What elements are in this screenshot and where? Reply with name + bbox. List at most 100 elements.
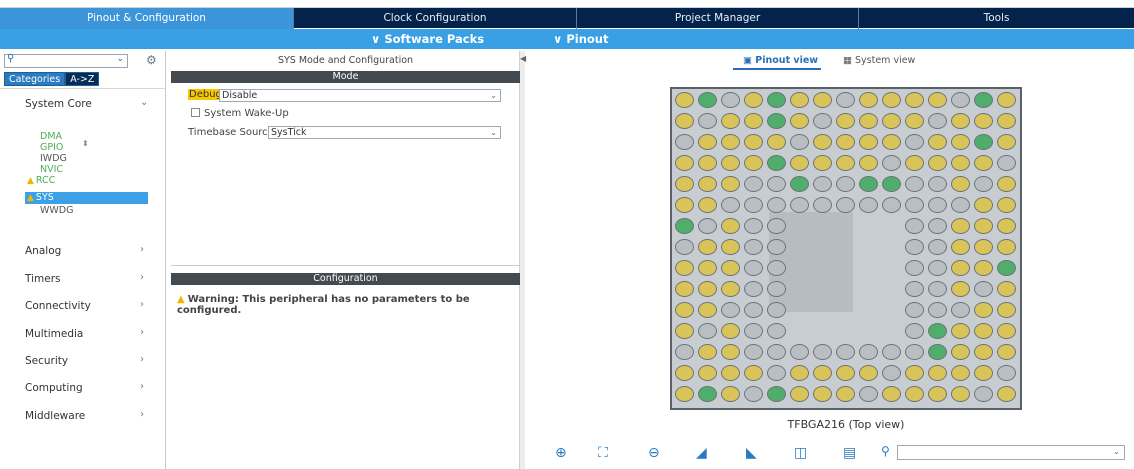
chip-pin[interactable] [698, 302, 717, 318]
chevron-right-icon[interactable]: › [140, 272, 144, 283]
chip-pin[interactable] [928, 344, 947, 360]
category-computing[interactable]: Computing [25, 382, 83, 394]
chip-pin[interactable] [859, 92, 878, 108]
chip-pin[interactable] [974, 134, 993, 150]
chip-pin[interactable] [836, 134, 855, 150]
chip-pin[interactable] [974, 113, 993, 129]
chip-pin[interactable] [744, 176, 763, 192]
chip-pin[interactable] [675, 323, 694, 339]
chip-pin[interactable] [698, 260, 717, 276]
chip-pin[interactable] [905, 260, 924, 276]
chip-pin[interactable] [813, 176, 832, 192]
chip-pin[interactable] [721, 302, 740, 318]
chip-pin[interactable] [767, 281, 786, 297]
chevron-down-icon[interactable]: ⌄ [140, 97, 148, 108]
chip-pin[interactable] [951, 113, 970, 129]
chip-pin[interactable] [675, 134, 694, 150]
chip-pin[interactable] [928, 323, 947, 339]
chip-pin[interactable] [882, 155, 901, 171]
chip-pin[interactable] [790, 386, 809, 402]
chip-pin[interactable] [744, 260, 763, 276]
chip-pin[interactable] [997, 323, 1016, 339]
chip-pin[interactable] [767, 197, 786, 213]
chip-pin[interactable] [790, 113, 809, 129]
chip-pin[interactable] [675, 281, 694, 297]
chip-pin[interactable] [974, 260, 993, 276]
chip-pin[interactable] [905, 239, 924, 255]
chip-pin[interactable] [721, 218, 740, 234]
chip-pin[interactable] [997, 92, 1016, 108]
pin-search-input[interactable]: ⌄ [897, 445, 1125, 460]
chip-pin[interactable] [997, 197, 1016, 213]
system-wakeup-row[interactable]: System Wake-Up [191, 108, 289, 119]
chip-pin[interactable] [836, 113, 855, 129]
chip-pin[interactable] [721, 92, 740, 108]
split-view-icon[interactable]: ◫ [794, 445, 807, 461]
chip-pin[interactable] [698, 365, 717, 381]
tab-categories[interactable]: Categories [4, 72, 66, 86]
chip-pin[interactable] [974, 386, 993, 402]
chip-pin[interactable] [767, 302, 786, 318]
chip-pin[interactable] [859, 113, 878, 129]
tab-a-z[interactable]: A->Z [65, 72, 100, 86]
chip-pin[interactable] [698, 344, 717, 360]
chip-pin[interactable] [974, 239, 993, 255]
chip-pin[interactable] [721, 323, 740, 339]
chip-pin[interactable] [767, 155, 786, 171]
chip-pin[interactable] [721, 113, 740, 129]
chip-pin[interactable] [836, 344, 855, 360]
chip-pin[interactable] [675, 92, 694, 108]
chip-pin[interactable] [675, 113, 694, 129]
chip-pin[interactable] [997, 281, 1016, 297]
category-connectivity[interactable]: Connectivity [25, 300, 91, 312]
chip-pin[interactable] [997, 386, 1016, 402]
chip-pin[interactable] [790, 365, 809, 381]
layout-icon[interactable]: ▤ [843, 445, 856, 461]
chip-pin[interactable] [882, 134, 901, 150]
chip-pin[interactable] [905, 155, 924, 171]
chip-pin[interactable] [767, 260, 786, 276]
chevron-right-icon[interactable]: › [140, 381, 144, 392]
chip-pin[interactable] [721, 281, 740, 297]
chip-pin[interactable] [813, 155, 832, 171]
chip-pin[interactable] [698, 197, 717, 213]
chip-pin[interactable] [997, 302, 1016, 318]
rotate-left-icon[interactable]: ◣ [746, 445, 757, 461]
chip-pin[interactable] [928, 260, 947, 276]
chip-pin[interactable] [790, 155, 809, 171]
chip-pin[interactable] [698, 134, 717, 150]
chip-pin[interactable] [928, 113, 947, 129]
peripheral-dma[interactable]: DMA [40, 131, 62, 142]
category-multimedia[interactable]: Multimedia [25, 328, 83, 340]
chip-pin[interactable] [997, 365, 1016, 381]
chip-pin[interactable] [905, 113, 924, 129]
category-timers[interactable]: Timers [25, 273, 60, 285]
chip-pin[interactable] [790, 134, 809, 150]
chip-pin[interactable] [836, 365, 855, 381]
sort-icon[interactable]: ⬍ [82, 139, 89, 148]
tab-project-manager[interactable]: Project Manager [577, 8, 859, 29]
peripheral-sys[interactable]: ▲ SYS [25, 192, 148, 204]
tab-system-view[interactable]: ▦ System view [843, 54, 915, 70]
chip-pin[interactable] [951, 176, 970, 192]
chip-pin[interactable] [905, 218, 924, 234]
chip-pin[interactable] [721, 176, 740, 192]
chip-pin[interactable] [790, 176, 809, 192]
chip-pin[interactable] [744, 281, 763, 297]
chip-pin[interactable] [997, 113, 1016, 129]
chip-pin[interactable] [882, 113, 901, 129]
chip-pin[interactable] [744, 197, 763, 213]
chip-pin[interactable] [744, 239, 763, 255]
chip-pin[interactable] [859, 197, 878, 213]
chip-pin[interactable] [767, 113, 786, 129]
chip-pin[interactable] [882, 197, 901, 213]
chevron-down-icon[interactable]: ⌄ [1113, 447, 1120, 456]
chip-pin[interactable] [974, 323, 993, 339]
chip-pin[interactable] [698, 176, 717, 192]
chip-pin[interactable] [905, 197, 924, 213]
peripheral-rcc[interactable]: ▲ RCC [27, 175, 55, 186]
chip-pin[interactable] [744, 386, 763, 402]
system-wakeup-checkbox[interactable] [191, 108, 200, 117]
chip-pin[interactable] [675, 260, 694, 276]
chip-pin[interactable] [675, 302, 694, 318]
